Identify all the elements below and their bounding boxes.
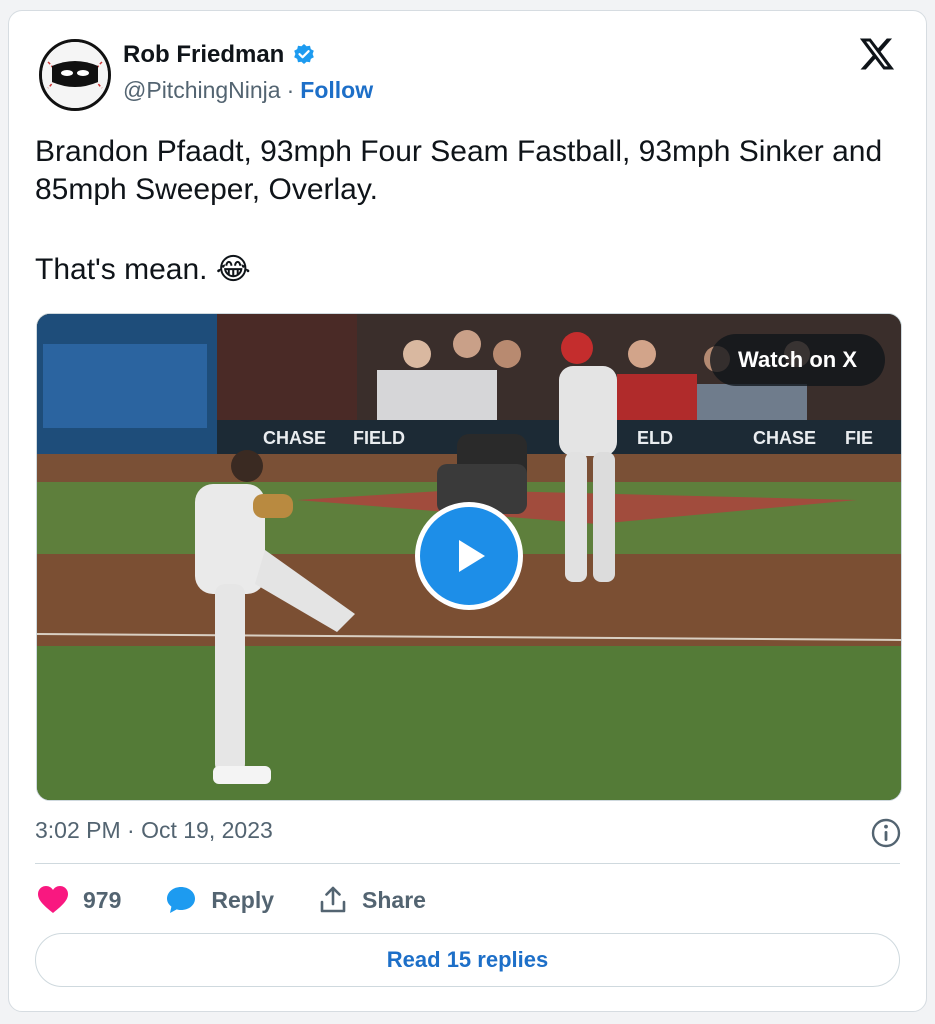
signage-field-1: FIELD <box>353 428 405 448</box>
action-bar: 979 Reply Share <box>37 881 470 919</box>
verified-badge-icon <box>294 44 315 64</box>
signage-fie: FIE <box>845 428 873 448</box>
author-name-row: Rob Friedman <box>123 41 316 69</box>
x-logo-icon[interactable] <box>858 35 896 73</box>
share-icon <box>320 886 346 913</box>
like-count: 979 <box>83 886 122 913</box>
reply-button[interactable]: Reply <box>165 885 274 915</box>
author-handle[interactable]: @PitchingNinja <box>123 77 281 104</box>
tweet-text-line-1: Brandon Pfaadt, 93mph Four Seam Fastball… <box>35 135 883 206</box>
reply-label: Reply <box>211 886 275 913</box>
author-name[interactable]: Rob Friedman <box>123 41 284 69</box>
signage-chase-1: CHASE <box>263 428 326 448</box>
author-handle-row: @PitchingNinja · Follow <box>123 77 373 104</box>
follow-button[interactable]: Follow <box>300 77 373 104</box>
info-icon[interactable] <box>870 817 902 849</box>
separator-dot: · <box>286 77 295 103</box>
tweet-text-line-2: That's mean. 😂 <box>35 253 251 286</box>
avatar[interactable] <box>39 39 111 111</box>
share-button[interactable]: Share <box>318 885 426 915</box>
tweet-card: Rob Friedman @PitchingNinja · Follow Bra… <box>8 10 927 1012</box>
read-replies-button[interactable]: Read 15 replies <box>35 933 900 987</box>
share-label: Share <box>362 886 426 913</box>
heart-icon <box>38 886 68 913</box>
divider <box>35 863 900 864</box>
signage-eld: ELD <box>637 428 673 448</box>
tweet-timestamp[interactable]: 3:02 PM · Oct 19, 2023 <box>35 817 273 844</box>
signage-chase-2: CHASE <box>753 428 816 448</box>
play-icon <box>459 540 485 572</box>
ninja-baseball-icon <box>42 42 108 108</box>
reply-bubble-icon <box>167 887 196 913</box>
play-button[interactable] <box>415 502 523 610</box>
like-button[interactable]: 979 <box>37 885 121 915</box>
tweet-text: Brandon Pfaadt, 93mph Four Seam Fastball… <box>35 133 895 289</box>
video-player[interactable]: CHASE FIELD ELD CHASE FIE Watch on X <box>36 313 902 801</box>
watch-on-x-button[interactable]: Watch on X <box>710 334 885 386</box>
